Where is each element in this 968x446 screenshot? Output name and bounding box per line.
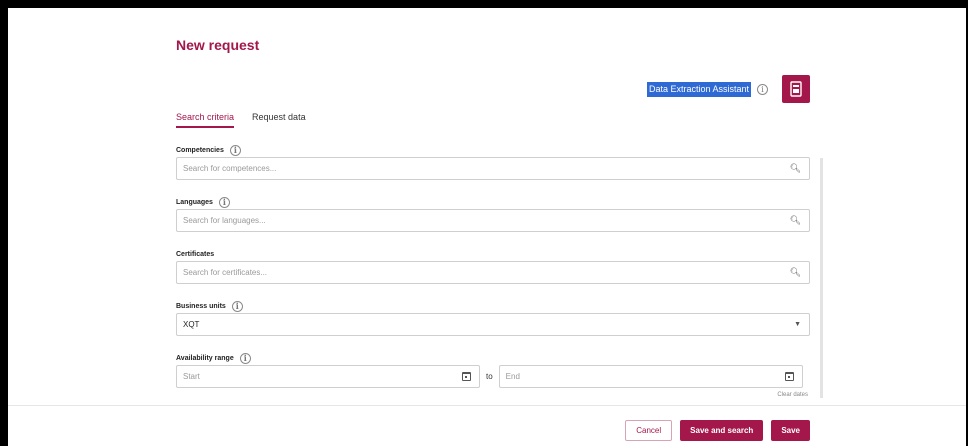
cancel-button[interactable]: Cancel [625,420,673,441]
date-range: Start to End [176,365,810,388]
business-units-value: XQT [183,320,200,329]
languages-placeholder: Search for languages... [183,216,266,225]
availability-field: Availability range i Start to End [176,351,810,403]
clear-dates-link[interactable]: Clear dates [777,392,808,398]
info-icon[interactable]: i [231,300,243,312]
languages-field: Languages i Search for languages... 🔍︎ [176,195,810,247]
business-units-field: Business units i XQT ▼ [176,299,810,351]
action-bar: Cancel Save and search Save [625,420,810,441]
competencies-placeholder: Search for competences... [183,164,277,173]
to-label: to [486,372,493,381]
availability-label: Availability range [176,354,234,362]
competencies-search-input[interactable]: Search for competences... 🔍︎ [176,157,810,180]
competencies-label: Competencies [176,146,224,154]
document-icon [790,81,802,97]
assistant-button[interactable] [782,75,810,103]
info-icon[interactable]: i [757,83,768,95]
tab-bar: Search criteria Request data [176,112,306,128]
save-and-search-button[interactable]: Save and search [680,420,764,441]
start-date-input[interactable]: Start [176,365,480,388]
start-placeholder: Start [183,372,200,381]
end-placeholder: End [505,372,520,381]
info-icon[interactable]: i [218,196,230,208]
certificates-placeholder: Search for certificates... [183,268,268,277]
certificates-field: Certificates Search for certificates... … [176,247,810,299]
search-criteria-form: Competencies i Search for competences...… [176,143,810,403]
info-icon[interactable]: i [229,144,241,156]
search-icon[interactable]: 🔍︎ [790,215,801,226]
page-title: New request [176,37,260,53]
save-button[interactable]: Save [771,420,810,441]
assistant-bar: Data Extraction Assistant i [646,75,810,103]
business-units-label: Business units [176,302,226,310]
end-date-input[interactable]: End [498,365,803,388]
calendar-icon[interactable] [462,372,471,381]
languages-search-input[interactable]: Search for languages... 🔍︎ [176,209,810,232]
divider [8,405,966,406]
business-units-select[interactable]: XQT ▼ [176,313,810,336]
languages-label: Languages [176,198,213,206]
tab-search-criteria[interactable]: Search criteria [176,112,235,128]
search-icon[interactable]: 🔍︎ [790,163,801,174]
chevron-down-icon[interactable]: ▼ [794,321,801,328]
scrollbar[interactable] [820,158,823,398]
certificates-search-input[interactable]: Search for certificates... 🔍︎ [176,261,810,284]
competencies-field: Competencies i Search for competences...… [176,143,810,195]
calendar-icon[interactable] [784,372,794,381]
tab-request-data[interactable]: Request data [252,112,306,128]
search-icon[interactable]: 🔍︎ [790,267,801,278]
certificates-label: Certificates [176,250,215,258]
info-icon[interactable]: i [239,352,251,364]
request-dialog: New request Data Extraction Assistant i … [8,8,966,446]
assistant-label[interactable]: Data Extraction Assistant [646,81,751,97]
